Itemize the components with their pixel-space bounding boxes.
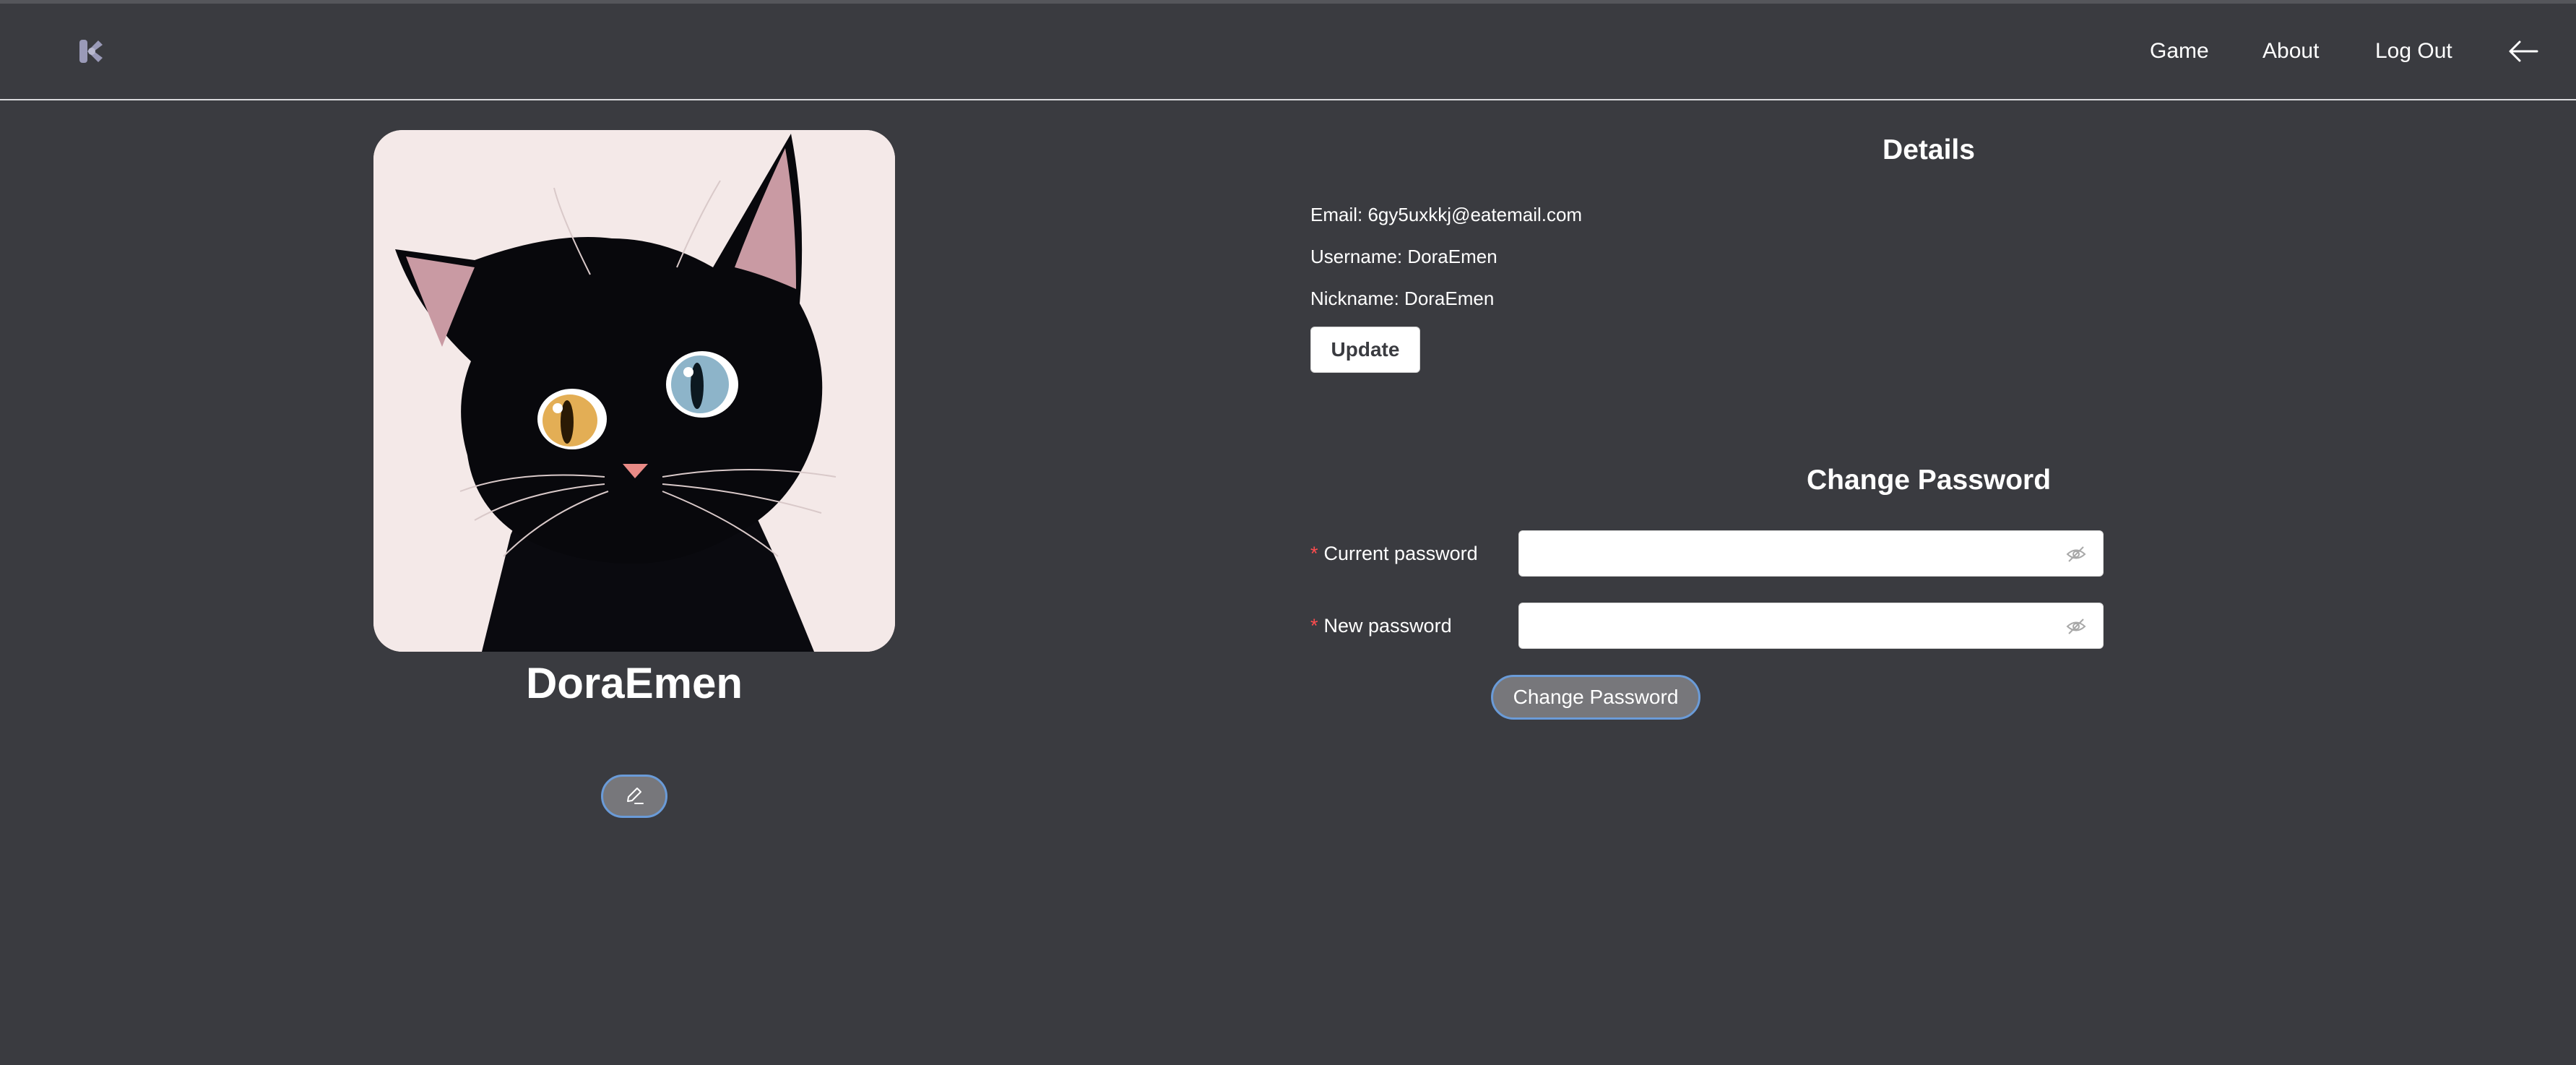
detail-email: Email: 6gy5uxkkj@eatemail.com: [1310, 204, 1583, 225]
navbar: Game About Log Out: [0, 4, 2576, 100]
update-button[interactable]: Update: [1310, 327, 1420, 373]
detail-nickname: Nickname: DoraEmen: [1310, 288, 1495, 309]
change-password-button[interactable]: Change Password: [1491, 675, 1700, 720]
new-password-input[interactable]: [1518, 603, 2104, 649]
change-password-title: Change Password: [1806, 465, 2052, 496]
eye-off-icon[interactable]: [2065, 616, 2087, 637]
cat-image: [373, 130, 895, 652]
edit-avatar-button[interactable]: [601, 775, 667, 818]
new-password-label: * New password: [1310, 613, 1452, 638]
required-mark: *: [1310, 543, 1318, 564]
details-title: Details: [1883, 134, 1975, 165]
profile-avatar: [373, 130, 895, 652]
current-password-label: * Current password: [1310, 541, 1478, 566]
pencil-icon: [627, 788, 644, 804]
new-password-label-text: New password: [1323, 615, 1452, 637]
eye-off-icon[interactable]: [2065, 544, 2087, 564]
nav-link-game[interactable]: Game: [2150, 38, 2209, 64]
arrow-left-icon[interactable]: [2508, 40, 2538, 63]
required-mark: *: [1310, 615, 1318, 637]
detail-username: Username: DoraEmen: [1310, 246, 1497, 267]
current-password-label-text: Current password: [1323, 543, 1478, 564]
current-password-input[interactable]: [1518, 530, 2104, 577]
nav-link-logout[interactable]: Log Out: [2375, 38, 2452, 64]
nav-link-about[interactable]: About: [2262, 38, 2319, 64]
k-logo-icon[interactable]: [77, 37, 105, 66]
profile-display-name: DoraEmen: [525, 659, 743, 707]
